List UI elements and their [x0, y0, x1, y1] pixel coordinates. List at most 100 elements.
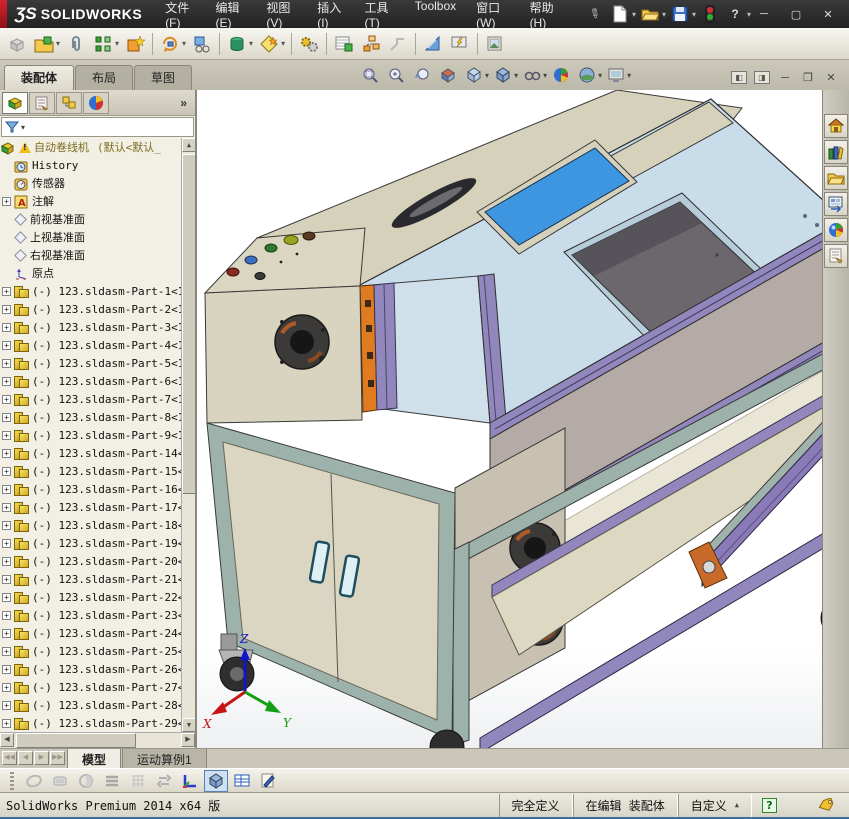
line-format-icon[interactable] [100, 770, 124, 792]
tree-part-row[interactable]: + (-) 123.sldasm-Part-22< [0, 588, 181, 606]
new-document-dropdown-icon[interactable]: ▾ [632, 10, 636, 19]
expander-icon[interactable]: + [2, 665, 11, 674]
expander-icon[interactable]: + [2, 341, 11, 350]
reverse-direction-icon[interactable] [152, 770, 176, 792]
tree-part-row[interactable]: + (-) 123.sldasm-Part-14< [0, 444, 181, 462]
exploded-view-icon[interactable] [358, 31, 384, 57]
tree-part-row[interactable]: + (-) 123.sldasm-Part-24< [0, 624, 181, 642]
expander-icon[interactable]: + [2, 539, 11, 548]
tree-part-row[interactable]: + (-) 123.sldasm-Part-23< [0, 606, 181, 624]
expander-icon[interactable]: + [2, 431, 11, 440]
expander-icon[interactable]: + [2, 629, 11, 638]
tree-part-row[interactable]: + (-) 123.sldasm-Part-29< [0, 714, 181, 732]
expander-icon[interactable]: + [2, 575, 11, 584]
tree-part-row[interactable]: + (-) 123.sldasm-Part-4<1 [0, 336, 181, 354]
expander-icon[interactable]: + [2, 305, 11, 314]
expander-icon[interactable]: + [2, 449, 11, 458]
quick-tips-icon[interactable]: ? [762, 798, 777, 813]
assembly-features-dropdown-icon[interactable]: ▾ [249, 39, 253, 48]
statusbar-units[interactable]: 自定义 ▲ [678, 794, 752, 817]
new-document-icon[interactable] [609, 3, 631, 25]
save-icon[interactable] [669, 3, 691, 25]
view-orientation-icon[interactable] [462, 64, 486, 86]
close-button[interactable]: ✕ [815, 5, 841, 23]
tree-part-row[interactable]: + (-) 123.sldasm-Part-21< [0, 570, 181, 588]
pane-right-icon[interactable]: ◨ [754, 71, 770, 84]
large-assembly-mode-icon[interactable] [447, 31, 473, 57]
tree-part-row[interactable]: + (-) 123.sldasm-Part-3<1 [0, 318, 181, 336]
tree-item-sensors[interactable]: 传感器 [0, 174, 181, 192]
apply-scene-dropdown-icon[interactable]: ▾ [598, 71, 602, 80]
expander-icon[interactable]: + [2, 719, 11, 728]
minimize-button[interactable]: ─ [751, 5, 777, 23]
featuremanager-overflow[interactable]: » [180, 96, 193, 110]
file-explorer-icon[interactable] [824, 166, 848, 190]
tree-part-row[interactable]: + (-) 123.sldasm-Part-20< [0, 552, 181, 570]
display-style-icon[interactable] [491, 64, 515, 86]
tree-part-row[interactable]: + (-) 123.sldasm-Part-2<1 [0, 300, 181, 318]
first-tab-icon[interactable]: ◀◀ [2, 751, 17, 765]
reference-geometry-dropdown-icon[interactable]: ▾ [281, 39, 285, 48]
display-style-dropdown-icon[interactable]: ▾ [514, 71, 518, 80]
status-light-icon[interactable] [699, 3, 721, 25]
previous-tab-icon[interactable]: ◀ [18, 751, 33, 765]
section-view-icon[interactable] [436, 64, 460, 86]
rotate-component-icon[interactable] [157, 31, 183, 57]
help-icon[interactable]: ? [724, 3, 746, 25]
tree-part-row[interactable]: + (-) 123.sldasm-Part-5<1 [0, 354, 181, 372]
graphics-area[interactable]: Z X Y [197, 90, 822, 748]
tree-part-row[interactable]: + (-) 123.sldasm-Part-27< [0, 678, 181, 696]
expander-icon[interactable]: + [2, 611, 11, 620]
tags-icon[interactable] [817, 798, 835, 812]
view-orientation-dropdown-icon[interactable]: ▾ [485, 71, 489, 80]
instant3d-icon[interactable] [420, 31, 446, 57]
expander-icon[interactable]: + [2, 557, 11, 566]
view-settings-dropdown-icon[interactable]: ▾ [627, 71, 631, 80]
previous-view-icon[interactable] [410, 64, 434, 86]
tab-layout[interactable]: 布局 [75, 65, 133, 90]
linear-pattern-dropdown-icon[interactable]: ▾ [115, 39, 119, 48]
coordinate-system-icon[interactable] [178, 770, 202, 792]
insert-components-icon[interactable] [31, 31, 57, 57]
assembly-features-icon[interactable] [224, 31, 250, 57]
expander-icon[interactable]: + [2, 701, 11, 710]
pane-left-icon[interactable]: ◧ [731, 71, 747, 84]
smart-fasteners-icon[interactable] [122, 31, 148, 57]
tree-part-row[interactable]: + (-) 123.sldasm-Part-26< [0, 660, 181, 678]
tab-assembly[interactable]: 装配体 [4, 65, 74, 90]
save-dropdown-icon[interactable]: ▾ [692, 10, 696, 19]
featuremanager-tree-tab-icon[interactable] [2, 92, 28, 114]
explode-line-sketch-icon[interactable] [385, 31, 411, 57]
expander-icon[interactable]: + [2, 377, 11, 386]
grid-table-icon[interactable] [230, 770, 254, 792]
doc-minimize-icon[interactable]: ─ [777, 71, 793, 84]
tree-part-row[interactable]: + (-) 123.sldasm-Part-7<1 [0, 390, 181, 408]
expander-icon[interactable]: + [2, 503, 11, 512]
scroll-left-icon[interactable]: ◀ [0, 733, 14, 747]
displaymanager-tab-icon[interactable] [83, 92, 109, 114]
bill-of-materials-icon[interactable] [331, 31, 357, 57]
view-settings-icon[interactable] [604, 64, 628, 86]
scroll-thumb[interactable] [182, 154, 195, 494]
tree-item-annotations[interactable]: + A 注解 [0, 192, 181, 210]
expander-icon[interactable]: + [2, 467, 11, 476]
expander-icon[interactable]: + [2, 647, 11, 656]
zoom-to-area-icon[interactable] [384, 64, 408, 86]
tree-part-row[interactable]: + (-) 123.sldasm-Part-28< [0, 696, 181, 714]
open-document-dropdown-icon[interactable]: ▾ [662, 10, 666, 19]
tree-part-row[interactable]: + (-) 123.sldasm-Part-17< [0, 498, 181, 516]
next-tab-icon[interactable]: ▶ [34, 751, 49, 765]
tree-root-row[interactable]: 自动卷线机 (默认<默认_ [0, 138, 181, 156]
zoom-to-fit-icon[interactable] [358, 64, 382, 86]
tree-item-front-plane[interactable]: 前视基准面 [0, 210, 181, 228]
toolbar-grip[interactable] [10, 772, 14, 790]
grid-options-icon[interactable] [126, 770, 150, 792]
insert-components-dropdown-icon[interactable]: ▾ [56, 39, 60, 48]
sketch-edit-icon[interactable] [256, 770, 280, 792]
take-snapshot-icon[interactable] [482, 31, 508, 57]
expander-icon[interactable]: + [2, 287, 11, 296]
tree-part-row[interactable]: + (-) 123.sldasm-Part-1<1 [0, 282, 181, 300]
tree-part-row[interactable]: + (-) 123.sldasm-Part-6<1 [0, 372, 181, 390]
solidworks-resources-icon[interactable] [824, 114, 848, 138]
tree-part-row[interactable]: + (-) 123.sldasm-Part-16< [0, 480, 181, 498]
